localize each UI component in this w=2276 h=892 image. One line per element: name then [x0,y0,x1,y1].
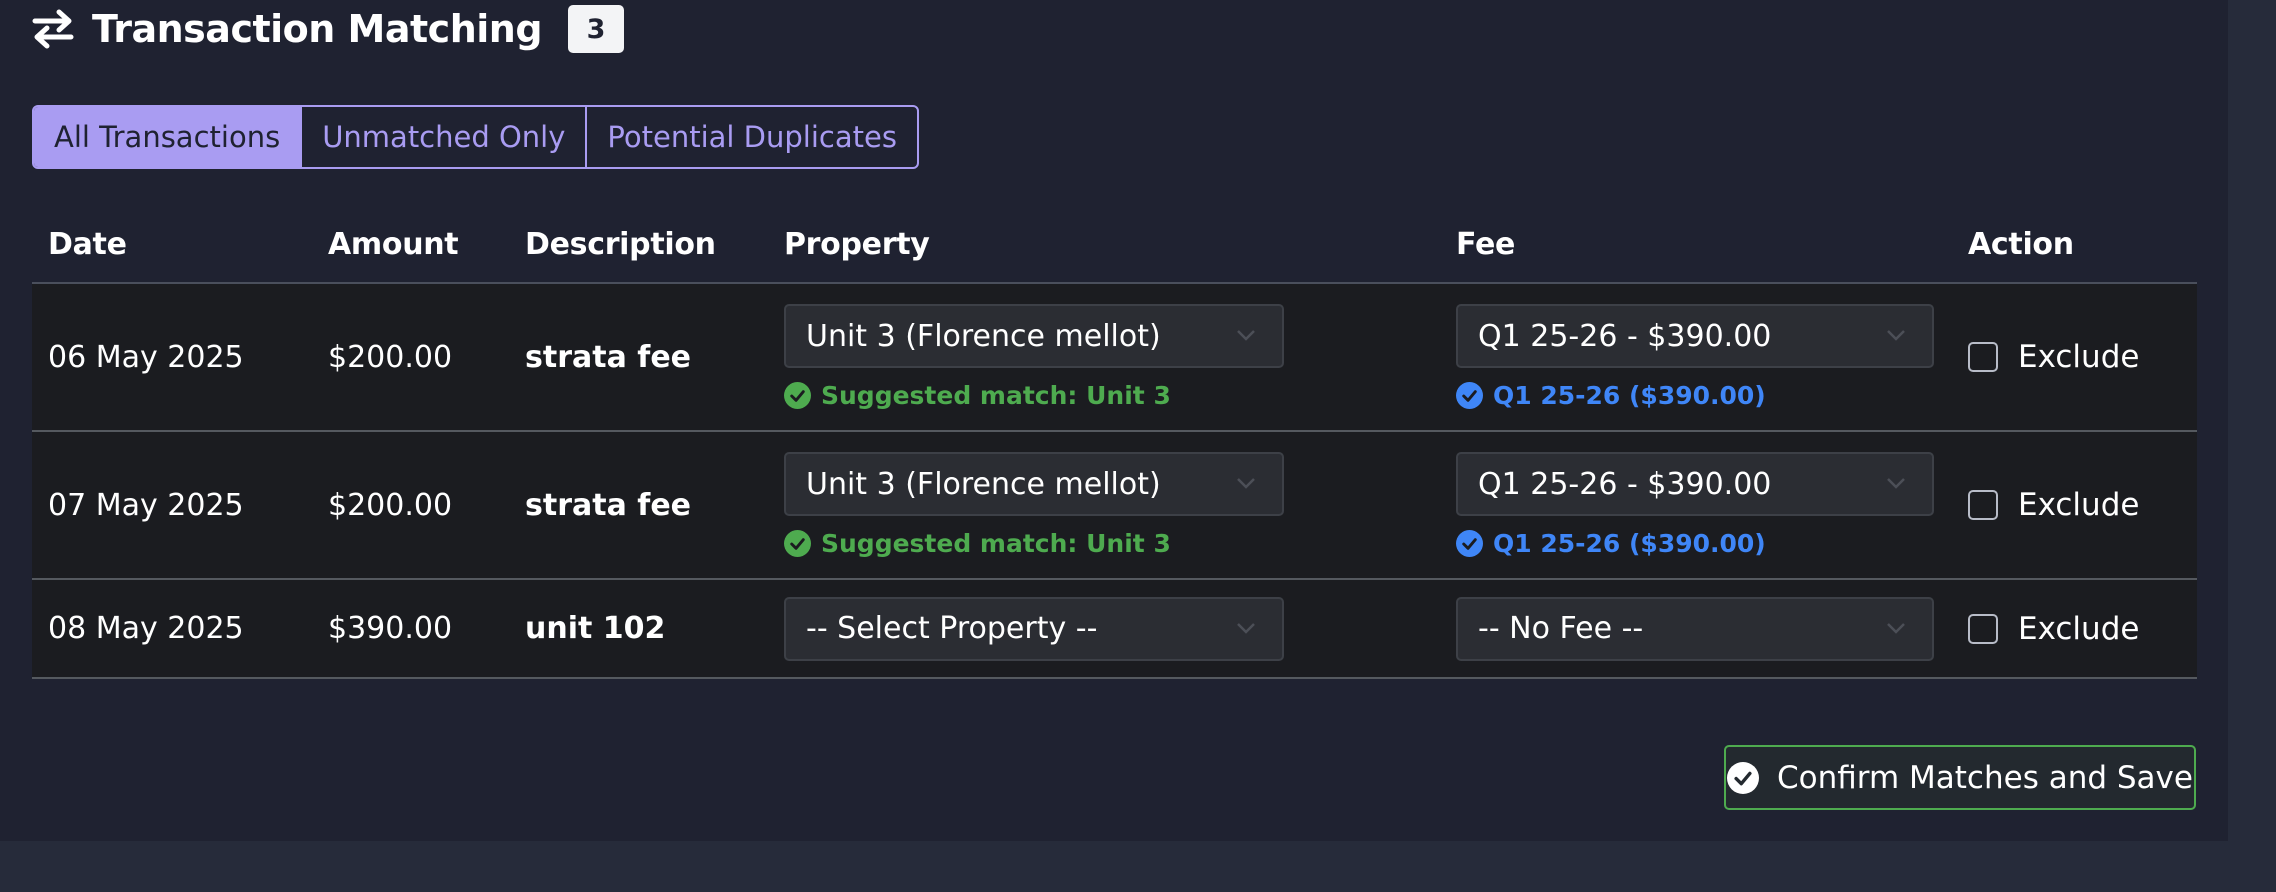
column-header-date: Date [32,206,312,284]
amount-cell: $390.00 [312,579,509,679]
confirm-matches-label: Confirm Matches and Save [1777,759,2193,796]
chevron-down-icon [1887,478,1905,489]
count-badge: 3 [568,5,625,53]
exclude-label: Exclude [2018,610,2140,647]
exclude-toggle[interactable]: Exclude [1968,487,2197,523]
check-circle-icon [784,382,811,409]
table-row: 06 May 2025 $200.00 strata fee Unit 3 (F… [32,283,2197,432]
fee-match-hint: Q1 25-26 ($390.00) [1456,381,1952,410]
exclude-checkbox[interactable] [1968,342,1998,372]
property-cell: Unit 3 (Florence mellot) Suggested match… [768,283,1440,432]
property-select[interactable]: Unit 3 (Florence mellot) [784,452,1284,516]
table-header-row: Date Amount Description Property Fee Act… [32,206,2197,284]
property-select-value: Unit 3 (Florence mellot) [806,318,1161,354]
description-cell: strata fee [509,283,768,432]
check-circle-icon [1727,761,1759,794]
chevron-down-icon [1887,622,1905,634]
column-header-action: Action [1952,206,2197,284]
suggested-match-hint: Suggested match: Unit 3 [784,529,1440,558]
tab-potential-duplicates[interactable]: Potential Duplicates [585,107,917,167]
exclude-checkbox[interactable] [1968,613,1998,644]
swap-arrows-icon [32,9,74,49]
property-select-value: -- Select Property -- [806,611,1098,646]
suggested-match-text: Suggested match: Unit 3 [821,529,1171,558]
fee-cell: Q1 25-26 - $390.00 Q1 25-26 ($390.00) [1440,283,1952,432]
suggested-match-hint: Suggested match: Unit 3 [784,381,1440,410]
property-select-value: Unit 3 (Florence mellot) [806,466,1161,502]
chevron-down-icon [1887,330,1905,341]
amount-cell: $200.00 [312,431,509,580]
panel-header: Transaction Matching 3 [32,2,625,56]
exclude-label: Exclude [2018,487,2140,523]
fee-match-text: Q1 25-26 ($390.00) [1493,529,1766,558]
fee-select[interactable]: -- No Fee -- [1456,596,1934,661]
amount-cell: $200.00 [312,283,509,432]
column-header-fee: Fee [1440,206,1952,284]
fee-select-value: -- No Fee -- [1478,611,1644,646]
check-circle-icon [1456,382,1483,409]
fee-cell: Q1 25-26 - $390.00 Q1 25-26 ($390.00) [1440,431,1952,580]
fee-match-hint: Q1 25-26 ($390.00) [1456,529,1952,558]
confirm-matches-button[interactable]: Confirm Matches and Save [1724,745,2196,810]
tab-unmatched-only[interactable]: Unmatched Only [300,107,585,167]
exclude-label: Exclude [2018,339,2140,375]
description-cell: unit 102 [509,579,768,679]
property-cell: -- Select Property -- [768,579,1440,679]
column-header-amount: Amount [312,206,509,284]
check-circle-icon [784,530,811,557]
exclude-toggle[interactable]: Exclude [1968,611,2197,647]
tab-all-transactions[interactable]: All Transactions [34,107,301,167]
date-cell: 08 May 2025 [32,579,312,679]
transactions-table: Date Amount Description Property Fee Act… [32,206,2197,679]
transaction-matching-panel: Transaction Matching 3 All Transactions … [0,0,2228,841]
chevron-down-icon [1237,330,1255,341]
fee-select[interactable]: Q1 25-26 - $390.00 [1456,304,1934,368]
fee-match-text: Q1 25-26 ($390.00) [1493,381,1766,410]
column-header-property: Property [768,206,1440,284]
action-cell: Exclude [1952,579,2197,679]
property-select[interactable]: -- Select Property -- [784,596,1284,661]
page-title: Transaction Matching [92,7,543,51]
exclude-toggle[interactable]: Exclude [1968,339,2197,375]
property-select[interactable]: Unit 3 (Florence mellot) [784,304,1284,368]
fee-cell: -- No Fee -- [1440,579,1952,679]
filter-tabs: All Transactions Unmatched Only Potentia… [32,105,919,169]
suggested-match-text: Suggested match: Unit 3 [821,381,1171,410]
date-cell: 06 May 2025 [32,283,312,432]
fee-select-value: Q1 25-26 - $390.00 [1478,318,1772,354]
action-cell: Exclude [1952,431,2197,580]
chevron-down-icon [1237,622,1255,634]
table-row: 08 May 2025 $390.00 unit 102 -- Select P… [32,579,2197,679]
exclude-checkbox[interactable] [1968,490,1998,520]
check-circle-icon [1456,530,1483,557]
action-cell: Exclude [1952,283,2197,432]
table-row: 07 May 2025 $200.00 strata fee Unit 3 (F… [32,431,2197,580]
date-cell: 07 May 2025 [32,431,312,580]
description-cell: strata fee [509,431,768,580]
fee-select[interactable]: Q1 25-26 - $390.00 [1456,452,1934,516]
chevron-down-icon [1237,478,1255,489]
column-header-description: Description [509,206,768,284]
fee-select-value: Q1 25-26 - $390.00 [1478,466,1772,502]
property-cell: Unit 3 (Florence mellot) Suggested match… [768,431,1440,580]
